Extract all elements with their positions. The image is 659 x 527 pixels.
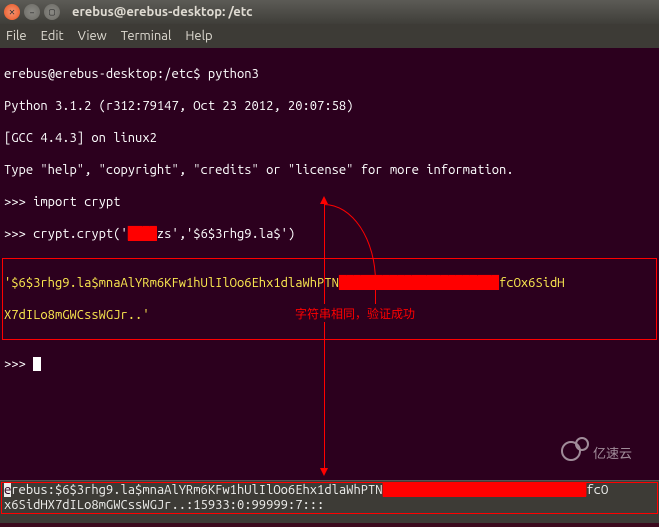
arrow-up-icon — [320, 196, 328, 204]
hash-output: fcOx6SidH — [499, 276, 565, 290]
watermark: 亿速云 — [561, 437, 641, 467]
shadow-entry-box: erebus:$6$3rhg9.la$mnaAlYRm6KFw1hUlIlOo6… — [1, 482, 658, 514]
terminal-viewport[interactable]: erebus@erebus-desktop:/etc$ python3 Pyth… — [0, 48, 659, 480]
cursor — [33, 357, 41, 371]
arrow-down-icon — [320, 468, 328, 476]
menu-terminal[interactable]: Terminal — [121, 29, 172, 43]
redacted-text: ████████████████████████████ — [383, 483, 587, 497]
hash-output: '$6$3rhg9.la$mnaAlYRm6KFw1hUlIlOo6Ehx1dl… — [4, 276, 339, 290]
prompt: erebus@erebus-desktop:/etc$ — [4, 67, 208, 81]
terminal-line: [GCC 4.4.3] on linux2 — [4, 130, 655, 146]
menu-help[interactable]: Help — [185, 29, 212, 43]
command-text: zs','$6$3rhg9.la$') — [157, 227, 295, 241]
shadow-text: rebus:$6$3rhg9.la$mnaAlYRm6KFw1hUlIlOo6E… — [11, 483, 382, 497]
command-text: crypt.crypt(' — [33, 227, 128, 241]
terminal-line: >>> — [4, 356, 655, 372]
close-icon[interactable]: ✕ — [4, 4, 20, 20]
shadow-text: fcO — [586, 483, 608, 497]
window-title: erebus@erebus-desktop: /etc — [72, 5, 253, 19]
terminal-line: Type "help", "copyright", "credits" or "… — [4, 162, 655, 178]
minimize-icon[interactable]: – — [24, 4, 40, 20]
menubar: File Edit View Terminal Help — [0, 24, 659, 48]
shadow-text: x6SidHX7dILo8mGWCssWGJr..:15933:0:99999:… — [4, 498, 324, 512]
menu-view[interactable]: View — [78, 29, 107, 43]
command-text: python3 — [208, 67, 259, 81]
maximize-icon[interactable]: ▢ — [44, 4, 60, 20]
window-titlebar: ✕ – ▢ erebus@erebus-desktop: /etc — [0, 0, 659, 24]
annotation-label: 字符串相同，验证成功 — [295, 306, 415, 322]
menu-edit[interactable]: Edit — [41, 29, 64, 43]
watermark-text: 亿速云 — [593, 443, 632, 462]
python-prompt: >>> — [4, 357, 33, 371]
redacted-text: ████ — [128, 227, 157, 241]
python-prompt: >>> — [4, 227, 33, 241]
menu-file[interactable]: File — [6, 29, 27, 43]
terminal-line: Python 3.1.2 (r312:79147, Oct 23 2012, 2… — [4, 98, 655, 114]
command-text: import crypt — [33, 195, 120, 209]
python-prompt: >>> — [4, 195, 33, 209]
annotation-curve — [324, 204, 376, 304]
terminal-line: erebus@erebus-desktop:/etc$ python3 — [4, 66, 655, 82]
annotation-line — [324, 322, 325, 470]
status-panel: erebus:$6$3rhg9.la$mnaAlYRm6KFw1hUlIlOo6… — [0, 480, 659, 523]
